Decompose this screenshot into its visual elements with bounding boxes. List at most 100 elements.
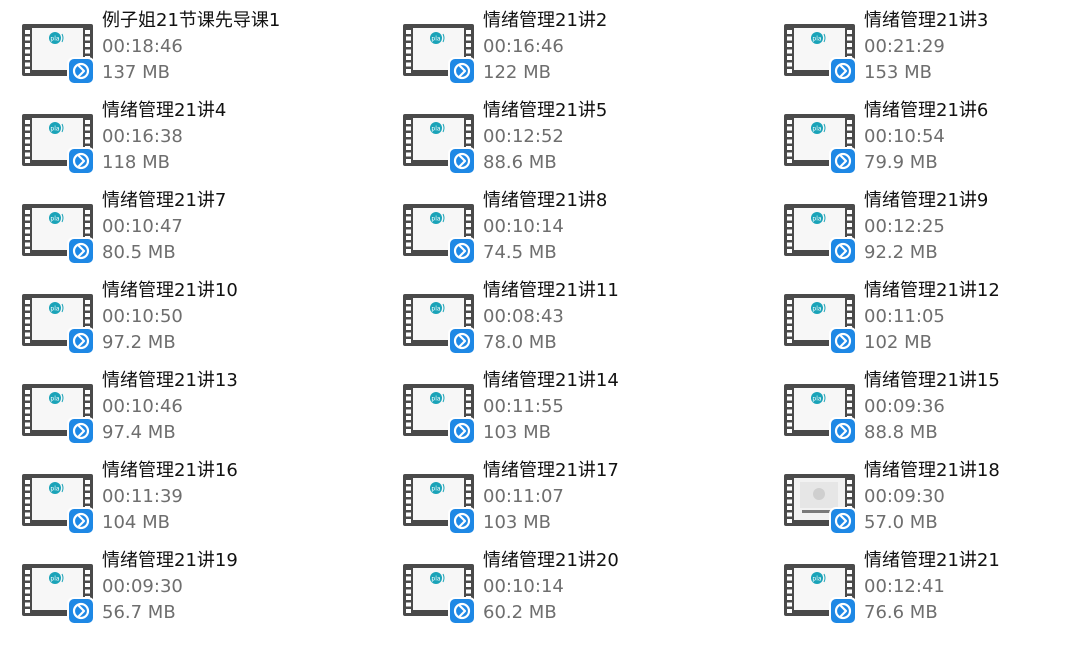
file-tile[interactable]: pla 例子姐21节课先导课1 00:18:46 137 MB: [0, 8, 360, 92]
file-tile[interactable]: pla 情绪管理21讲14 00:11:55 103 MB: [381, 368, 741, 452]
file-name[interactable]: 情绪管理21讲16: [102, 458, 352, 484]
file-name[interactable]: 情绪管理21讲18: [864, 458, 1082, 484]
file-name[interactable]: 情绪管理21讲8: [483, 188, 733, 214]
file-tile[interactable]: pla 情绪管理21讲8 00:10:14 74.5 MB: [381, 188, 741, 272]
file-name[interactable]: 情绪管理21讲19: [102, 548, 352, 574]
video-file-icon[interactable]: pla: [784, 202, 858, 268]
file-name[interactable]: 情绪管理21讲15: [864, 368, 1082, 394]
file-size: 88.8 MB: [864, 422, 938, 443]
video-file-icon[interactable]: pla: [784, 382, 858, 448]
file-tile[interactable]: pla 情绪管理21讲20 00:10:14 60.2 MB: [381, 548, 741, 632]
file-meta: 情绪管理21讲10 00:10:50 97.2 MB: [102, 278, 352, 356]
video-file-icon[interactable]: pla: [403, 472, 477, 538]
file-size: 153 MB: [864, 62, 932, 83]
file-duration: 00:09:30: [864, 486, 945, 507]
file-duration: 00:11:05: [864, 306, 945, 327]
file-size: 88.6 MB: [483, 152, 557, 173]
video-file-icon[interactable]: [784, 472, 858, 538]
video-file-icon[interactable]: pla: [403, 112, 477, 178]
file-tile[interactable]: pla 情绪管理21讲9 00:12:25 92.2 MB: [762, 188, 1082, 272]
file-meta: 情绪管理21讲15 00:09:36 88.8 MB: [864, 368, 1082, 446]
video-file-icon[interactable]: pla: [22, 22, 96, 88]
svg-text:pla: pla: [812, 396, 821, 403]
video-file-icon[interactable]: pla: [403, 202, 477, 268]
file-tile[interactable]: pla 情绪管理21讲6 00:10:54 79.9 MB: [762, 98, 1082, 182]
video-file-icon[interactable]: pla: [22, 292, 96, 358]
file-meta: 情绪管理21讲5 00:12:52 88.6 MB: [483, 98, 733, 176]
file-name[interactable]: 情绪管理21讲20: [483, 548, 733, 574]
file-size: 78.0 MB: [483, 332, 557, 353]
file-meta: 情绪管理21讲11 00:08:43 78.0 MB: [483, 278, 733, 356]
file-name[interactable]: 情绪管理21讲11: [483, 278, 733, 304]
file-size: 103 MB: [483, 512, 551, 533]
video-file-icon[interactable]: pla: [784, 22, 858, 88]
file-tile[interactable]: 情绪管理21讲18 00:09:30 57.0 MB: [762, 458, 1082, 542]
file-tile[interactable]: pla 情绪管理21讲19 00:09:30 56.7 MB: [0, 548, 360, 632]
video-file-icon[interactable]: pla: [784, 112, 858, 178]
file-meta: 情绪管理21讲8 00:10:14 74.5 MB: [483, 188, 733, 266]
svg-text:pla: pla: [50, 486, 59, 493]
file-meta: 情绪管理21讲14 00:11:55 103 MB: [483, 368, 733, 446]
file-size: 102 MB: [864, 332, 932, 353]
file-tile[interactable]: pla 情绪管理21讲10 00:10:50 97.2 MB: [0, 278, 360, 362]
video-file-icon[interactable]: pla: [22, 382, 96, 448]
file-name[interactable]: 情绪管理21讲4: [102, 98, 352, 124]
file-tile[interactable]: pla 情绪管理21讲15 00:09:36 88.8 MB: [762, 368, 1082, 452]
file-tile[interactable]: pla 情绪管理21讲12 00:11:05 102 MB: [762, 278, 1082, 362]
file-tile[interactable]: pla 情绪管理21讲3 00:21:29 153 MB: [762, 8, 1082, 92]
file-tile[interactable]: pla 情绪管理21讲21 00:12:41 76.6 MB: [762, 548, 1082, 632]
file-duration: 00:12:41: [864, 576, 945, 597]
file-size: 56.7 MB: [102, 602, 176, 623]
svg-text:pla: pla: [431, 396, 440, 403]
video-file-icon[interactable]: pla: [22, 202, 96, 268]
svg-text:pla: pla: [50, 126, 59, 133]
file-name[interactable]: 情绪管理21讲14: [483, 368, 733, 394]
file-duration: 00:12:52: [483, 126, 564, 147]
file-duration: 00:09:30: [102, 576, 183, 597]
svg-text:pla: pla: [431, 126, 440, 133]
svg-text:pla: pla: [50, 576, 59, 583]
file-name[interactable]: 情绪管理21讲10: [102, 278, 352, 304]
svg-text:pla: pla: [431, 216, 440, 223]
file-name[interactable]: 情绪管理21讲7: [102, 188, 352, 214]
file-meta: 情绪管理21讲3 00:21:29 153 MB: [864, 8, 1082, 86]
file-tile[interactable]: pla 情绪管理21讲4 00:16:38 118 MB: [0, 98, 360, 182]
file-name[interactable]: 情绪管理21讲21: [864, 548, 1082, 574]
file-name[interactable]: 情绪管理21讲9: [864, 188, 1082, 214]
video-file-icon[interactable]: pla: [403, 292, 477, 358]
video-file-icon[interactable]: pla: [22, 562, 96, 628]
file-name[interactable]: 情绪管理21讲3: [864, 8, 1082, 34]
file-name[interactable]: 情绪管理21讲6: [864, 98, 1082, 124]
svg-text:pla: pla: [812, 36, 821, 43]
file-meta: 情绪管理21讲21 00:12:41 76.6 MB: [864, 548, 1082, 626]
file-name[interactable]: 情绪管理21讲13: [102, 368, 352, 394]
file-name[interactable]: 情绪管理21讲2: [483, 8, 733, 34]
file-tile[interactable]: pla 情绪管理21讲11 00:08:43 78.0 MB: [381, 278, 741, 362]
video-file-icon[interactable]: pla: [784, 562, 858, 628]
file-tile[interactable]: pla 情绪管理21讲17 00:11:07 103 MB: [381, 458, 741, 542]
file-size: 76.6 MB: [864, 602, 938, 623]
video-file-icon[interactable]: pla: [784, 292, 858, 358]
video-file-icon[interactable]: pla: [403, 382, 477, 448]
svg-text:pla: pla: [431, 36, 440, 43]
file-size: 60.2 MB: [483, 602, 557, 623]
file-name[interactable]: 情绪管理21讲5: [483, 98, 733, 124]
file-tile[interactable]: pla 情绪管理21讲2 00:16:46 122 MB: [381, 8, 741, 92]
video-file-icon[interactable]: pla: [403, 22, 477, 88]
file-duration: 00:10:54: [864, 126, 945, 147]
svg-text:pla: pla: [431, 306, 440, 313]
video-file-icon[interactable]: pla: [22, 472, 96, 538]
video-file-icon[interactable]: pla: [22, 112, 96, 178]
file-duration: 00:10:14: [483, 576, 564, 597]
file-tile[interactable]: pla 情绪管理21讲7 00:10:47 80.5 MB: [0, 188, 360, 272]
file-name[interactable]: 情绪管理21讲17: [483, 458, 733, 484]
file-duration: 00:12:25: [864, 216, 945, 237]
file-name[interactable]: 例子姐21节课先导课1: [102, 8, 352, 34]
file-name[interactable]: 情绪管理21讲12: [864, 278, 1082, 304]
svg-text:pla: pla: [812, 306, 821, 313]
video-file-icon[interactable]: pla: [403, 562, 477, 628]
file-meta: 情绪管理21讲20 00:10:14 60.2 MB: [483, 548, 733, 626]
file-tile[interactable]: pla 情绪管理21讲13 00:10:46 97.4 MB: [0, 368, 360, 452]
file-tile[interactable]: pla 情绪管理21讲16 00:11:39 104 MB: [0, 458, 360, 542]
file-tile[interactable]: pla 情绪管理21讲5 00:12:52 88.6 MB: [381, 98, 741, 182]
